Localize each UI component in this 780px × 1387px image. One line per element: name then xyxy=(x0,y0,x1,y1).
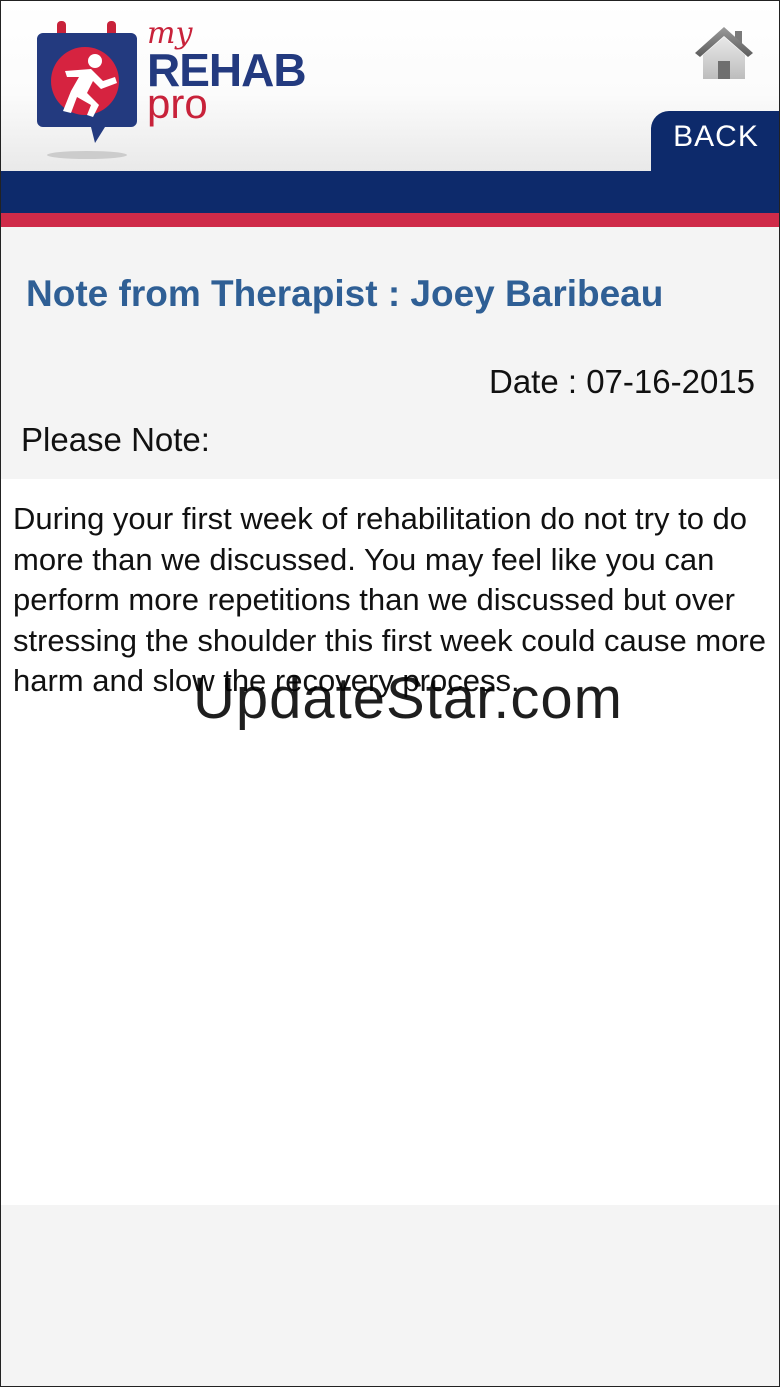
app-logo: my REHAB pro xyxy=(37,19,317,161)
watermark-text: UpdateStar.com xyxy=(193,666,623,731)
home-icon xyxy=(695,27,753,79)
app-screen: my REHAB pro BACK Note from Therapist: … xyxy=(0,0,780,1387)
note-message-box: During your first week of rehabilitation… xyxy=(1,479,779,1205)
note-title: Note from Therapist : Joey Baribeau xyxy=(26,273,664,314)
back-button[interactable]: BACK xyxy=(651,111,779,177)
footer-area xyxy=(1,1205,779,1386)
note-date: Date : 07-16-2015 xyxy=(488,363,755,400)
header-red-band xyxy=(1,213,779,227)
logo-wordmark: my REHAB pro xyxy=(147,19,317,139)
logo-pro-text: pro xyxy=(147,80,208,127)
header-blue-band xyxy=(1,171,779,213)
please-note-label: Please Note: xyxy=(21,421,210,458)
app-header: my REHAB pro BACK xyxy=(1,1,779,177)
home-button[interactable] xyxy=(693,25,755,83)
rehab-logo-icon xyxy=(37,21,137,159)
note-header-section: Note from Therapist : Joey Baribeau Date… xyxy=(1,227,779,479)
